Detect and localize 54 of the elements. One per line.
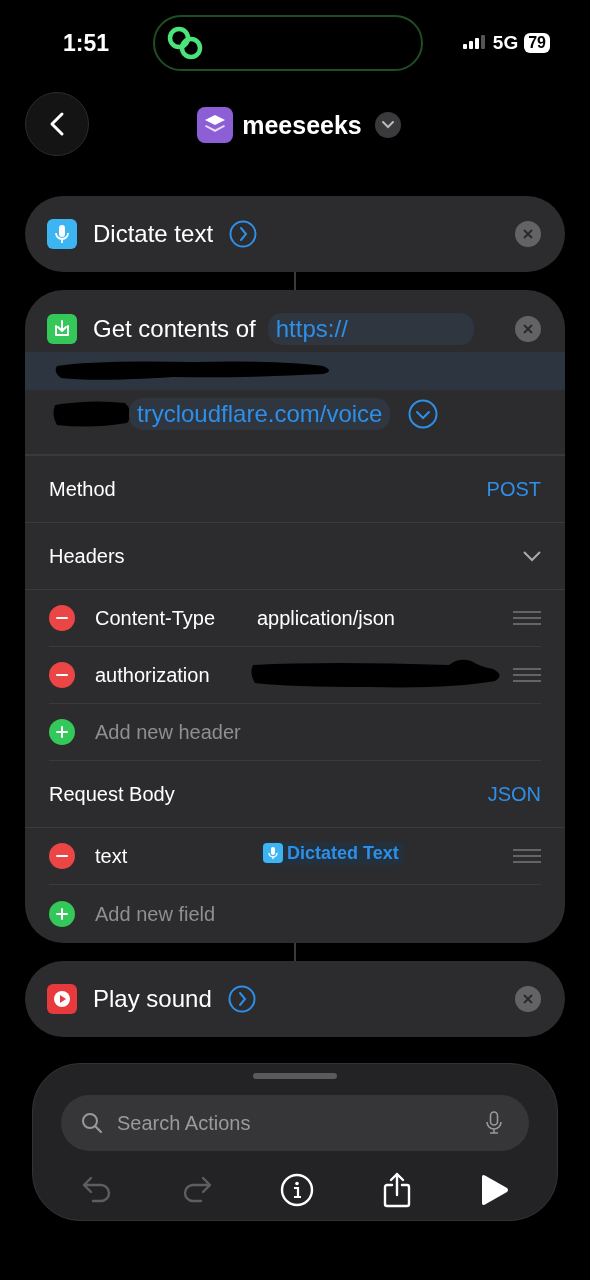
microphone-icon <box>263 843 283 863</box>
body-type-value[interactable]: JSON <box>487 782 541 806</box>
close-icon <box>523 324 533 334</box>
play-icon[interactable] <box>479 1174 509 1206</box>
add-button[interactable] <box>49 719 75 745</box>
row-label: Headers <box>49 544 125 568</box>
search-field[interactable]: Search Actions <box>115 1110 473 1136</box>
info-icon[interactable] <box>280 1173 314 1207</box>
caret-icon <box>381 121 394 129</box>
sheet-handle[interactable] <box>253 1073 337 1079</box>
action-title: Dictate text <box>93 220 214 248</box>
remove-button[interactable] <box>49 843 75 869</box>
layers-app-icon <box>197 107 234 143</box>
close-button[interactable] <box>515 986 541 1012</box>
microphone-icon[interactable] <box>485 1111 503 1135</box>
header-value[interactable]: application/json <box>257 606 395 630</box>
reorder-handle-icon[interactable] <box>513 849 541 863</box>
remove-button[interactable] <box>49 605 75 631</box>
close-button[interactable] <box>515 221 541 247</box>
expand-button[interactable] <box>408 399 439 429</box>
battery-indicator: 79 <box>524 33 550 53</box>
status-time: 1:51 <box>63 30 110 57</box>
action-title: Get contents of <box>93 315 256 343</box>
row-label: Request Body <box>49 782 175 806</box>
title-menu-button[interactable] <box>374 112 401 138</box>
url-token[interactable]: https:// <box>267 313 474 345</box>
share-icon[interactable] <box>381 1171 412 1209</box>
reorder-handle-icon[interactable] <box>513 611 541 625</box>
link-icon <box>167 25 203 61</box>
expand-button[interactable] <box>227 985 256 1013</box>
action-title: Play sound <box>93 985 212 1013</box>
header-key: Content-Type <box>95 606 257 630</box>
reorder-handle-icon[interactable] <box>513 668 541 682</box>
add-button[interactable] <box>49 901 75 927</box>
signal-icon <box>462 35 487 51</box>
row-label: Method <box>49 477 116 501</box>
add-header-label[interactable]: Add new header <box>95 720 241 744</box>
close-icon <box>523 229 533 239</box>
chevron-left-icon <box>49 111 65 137</box>
close-icon <box>523 994 533 1004</box>
expand-button[interactable] <box>229 220 258 248</box>
url-token[interactable]: trycloudflare.com/voice <box>129 398 391 430</box>
network-label: 5G <box>492 32 519 54</box>
search-field[interactable]: Search Actions <box>61 1095 529 1151</box>
chevron-icon[interactable] <box>523 550 541 562</box>
shortcut-title: meeseeks <box>242 110 362 140</box>
close-button[interactable] <box>515 316 541 342</box>
method-value[interactable]: POST <box>486 477 541 501</box>
add-field-label[interactable]: Add new field <box>95 902 216 926</box>
remove-button[interactable] <box>49 662 75 688</box>
variable-token[interactable]: Dictated Text <box>261 841 404 865</box>
search-icon <box>81 1112 103 1134</box>
field-key: text <box>95 844 261 868</box>
header-key: authorization <box>95 663 257 687</box>
